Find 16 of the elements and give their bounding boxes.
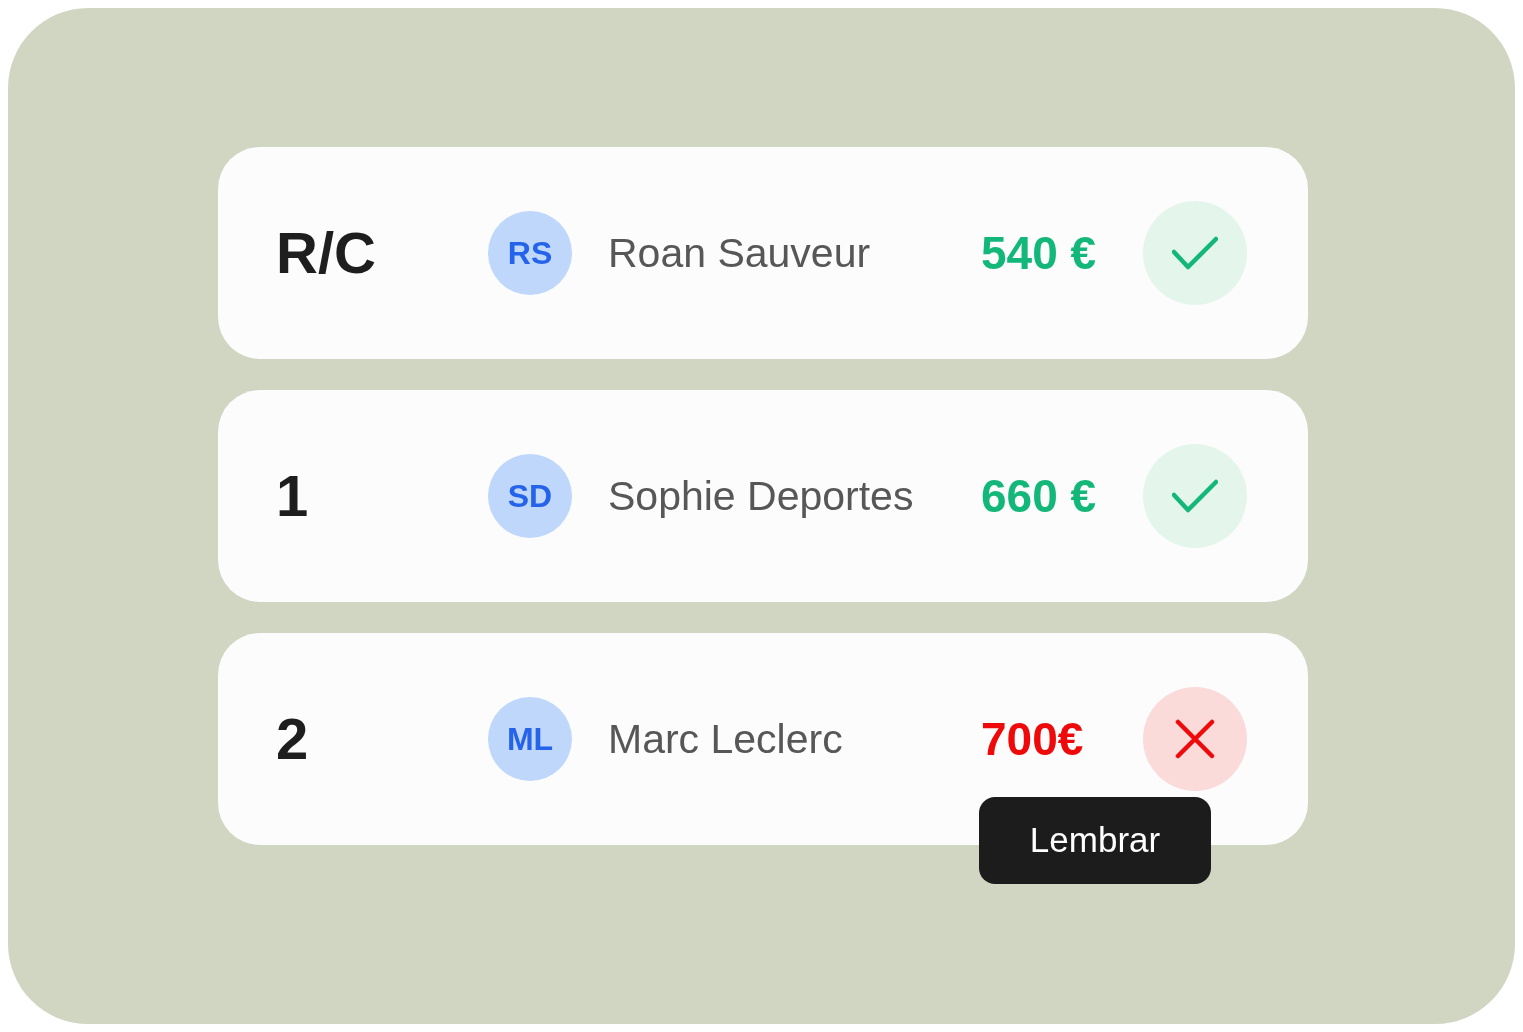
rank-label: R/C xyxy=(276,224,376,282)
tooltip: Lembrar xyxy=(979,797,1211,884)
person-name: Marc Leclerc xyxy=(608,718,843,760)
amount-text: 700€ xyxy=(981,716,1084,762)
person-name: Sophie Deportes xyxy=(608,475,914,517)
initials-avatar: RS xyxy=(488,211,572,295)
amount-text: 660 € xyxy=(981,473,1097,519)
initials-avatar: SD xyxy=(488,454,572,538)
rank-label: 1 xyxy=(276,467,309,525)
initials-avatar: ML xyxy=(488,697,572,781)
check-icon xyxy=(1172,236,1218,270)
rank-label: 2 xyxy=(276,710,309,768)
close-icon xyxy=(1175,719,1215,759)
check-icon xyxy=(1172,479,1218,513)
amount-text: 540 € xyxy=(981,230,1097,276)
person-name: Roan Sauveur xyxy=(608,232,871,274)
